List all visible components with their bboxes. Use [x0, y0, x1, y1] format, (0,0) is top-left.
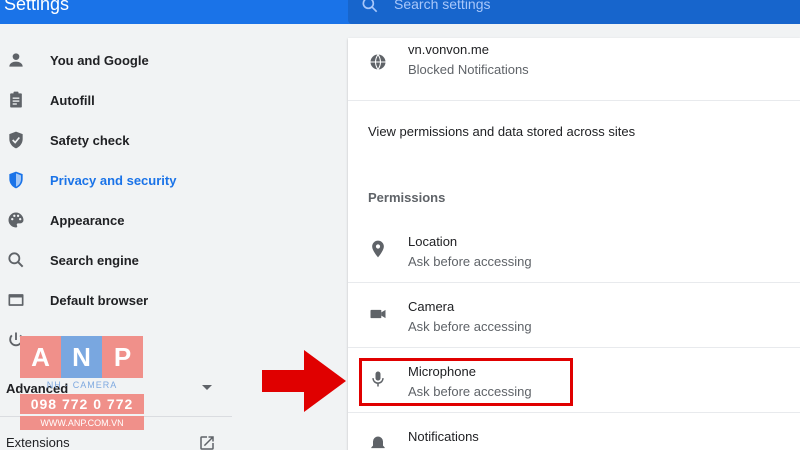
- sidebar-item-appearance[interactable]: Appearance: [0, 200, 330, 240]
- page-title: Settings: [4, 0, 70, 14]
- microphone-highlight-box: [359, 358, 573, 406]
- red-arrow-icon: [262, 350, 346, 412]
- palette-icon: [6, 210, 26, 230]
- permission-title: Location: [408, 234, 458, 249]
- permission-row-notifications[interactable]: Notifications: [348, 413, 800, 450]
- logo-phone: 098 772 0 772: [20, 394, 144, 414]
- bell-icon: [368, 434, 388, 450]
- view-permissions-link[interactable]: View permissions and data stored across …: [368, 124, 635, 139]
- external-link-icon: [198, 434, 216, 450]
- permission-row-camera[interactable]: Camera Ask before accessing: [348, 283, 800, 347]
- search-icon: [6, 250, 26, 270]
- clipboard-icon: [6, 90, 26, 110]
- sidebar-item-extensions[interactable]: Extensions: [6, 434, 216, 450]
- site-subtitle: Blocked Notifications: [408, 62, 529, 77]
- sidebar-item-default-browser[interactable]: Default browser: [0, 280, 330, 320]
- site-title: vn.vonvon.me: [408, 42, 489, 57]
- logo-tagline: NH · CAMERA: [46, 380, 118, 390]
- sidebar-item-search-engine[interactable]: Search engine: [0, 240, 330, 280]
- sidebar-item-label: Search engine: [50, 252, 139, 268]
- sidebar-item-label: You and Google: [50, 52, 149, 68]
- person-icon: [6, 50, 26, 70]
- shield-check-icon: [6, 130, 26, 150]
- sidebar-item-safety-check[interactable]: Safety check: [0, 120, 330, 160]
- settings-window: Settings Search settings You and Google …: [0, 0, 800, 450]
- top-bar: Settings Search settings: [0, 0, 800, 24]
- permission-title: Notifications: [408, 429, 479, 444]
- sidebar-item-privacy-and-security[interactable]: Privacy and security: [0, 160, 330, 200]
- permissions-heading: Permissions: [368, 190, 446, 205]
- sidebar-item-label: Safety check: [50, 132, 130, 148]
- logo-website: WWW.ANP.COM.VN: [20, 416, 144, 430]
- permission-subtitle: Ask before accessing: [408, 254, 532, 269]
- anp-watermark-logo: A N P NH · CAMERA 098 772 0 772 WWW.ANP.…: [20, 336, 144, 432]
- logo-tiles: A N P: [20, 336, 144, 378]
- permission-subtitle: Ask before accessing: [408, 319, 532, 334]
- location-icon: [368, 239, 388, 259]
- logo-letter: P: [102, 336, 143, 378]
- browser-icon: [6, 290, 26, 310]
- globe-icon: [368, 52, 388, 72]
- logo-letter: A: [20, 336, 61, 378]
- sidebar-item-label: Autofill: [50, 92, 95, 108]
- view-permissions-row[interactable]: View permissions and data stored across …: [348, 101, 800, 161]
- sidebar-item-label: Default browser: [50, 292, 149, 308]
- sidebar-item-autofill[interactable]: Autofill: [0, 80, 330, 120]
- search-box[interactable]: Search settings: [348, 0, 800, 24]
- site-row[interactable]: vn.vonvon.me Blocked Notifications: [348, 38, 800, 100]
- permission-title: Camera: [408, 299, 455, 314]
- sidebar-item-you-and-google[interactable]: You and Google: [0, 40, 330, 80]
- camera-icon: [368, 304, 388, 324]
- extensions-label: Extensions: [6, 435, 70, 450]
- sidebar-item-label: Privacy and security: [50, 172, 177, 188]
- shield-icon: [6, 170, 26, 190]
- permissions-section: Permissions: [348, 161, 800, 217]
- chevron-down-icon: [202, 385, 212, 390]
- logo-letter: N: [61, 336, 102, 378]
- permission-row-location[interactable]: Location Ask before accessing: [348, 217, 800, 282]
- search-icon: [360, 0, 380, 15]
- sidebar-item-label: Appearance: [50, 212, 125, 228]
- search-input[interactable]: Search settings: [394, 0, 491, 12]
